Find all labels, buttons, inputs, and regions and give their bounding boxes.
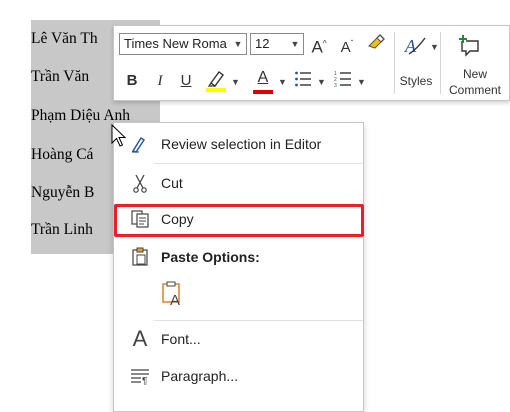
underline-button[interactable]: U	[177, 70, 195, 92]
chevron-down-icon[interactable]: ▼	[231, 71, 240, 93]
paste-keep-text-only-button[interactable]: A	[161, 281, 187, 309]
clear-formatting-button[interactable]	[364, 32, 388, 59]
toolbar-separator	[440, 32, 441, 94]
new-comment-label-line2[interactable]: Comment	[442, 83, 508, 97]
shrink-font-glyph: A	[340, 39, 351, 56]
menu-separator	[154, 163, 363, 164]
paste-text-only-icon: A	[162, 281, 180, 309]
document-line[interactable]: Lê Văn Th	[31, 29, 98, 49]
grow-font-button[interactable]: A^	[308, 33, 330, 59]
svg-text:¶: ¶	[142, 376, 147, 385]
font-color-button[interactable]: A	[252, 67, 274, 94]
bold-button[interactable]: B	[123, 70, 141, 92]
menu-item-label: Paragraph...	[161, 368, 239, 384]
mouse-cursor-icon	[111, 124, 127, 147]
clipboard-icon	[128, 245, 152, 269]
menu-item-label: Paste Options:	[161, 249, 260, 265]
document-line[interactable]: Nguyễn B	[31, 183, 94, 203]
paragraph-icon: ¶	[128, 364, 152, 388]
bullets-icon	[295, 71, 311, 87]
highlighter-icon	[206, 71, 226, 92]
font-size-combo[interactable]: 12 ▼	[250, 33, 304, 55]
menu-item-label: Cut	[161, 175, 183, 191]
scissors-icon	[128, 171, 152, 195]
menu-item-cut[interactable]: Cut	[114, 167, 363, 199]
styles-icon: A	[404, 36, 426, 56]
font-color-glyph: A	[257, 69, 269, 86]
editor-pen-icon	[128, 132, 152, 156]
new-comment-icon	[459, 35, 479, 57]
new-comment-label-line1[interactable]: New	[442, 67, 508, 81]
styles-label[interactable]: Styles	[396, 74, 436, 88]
eraser-brush-icon	[368, 34, 385, 49]
document-line[interactable]: Trần Văn	[31, 67, 89, 87]
mini-toolbar: Times New Roma ▼ 12 ▼ A^ Aˇ A ▼ Styles N…	[113, 25, 510, 101]
new-comment-icon-button[interactable]	[457, 34, 483, 65]
numbering-button[interactable]: 1 2 3	[333, 70, 353, 95]
font-name-value: Times New Roma	[124, 36, 227, 51]
chevron-down-icon[interactable]: ▼	[317, 71, 326, 93]
font-size-value: 12	[255, 36, 270, 51]
menu-item-review-in-editor[interactable]: Review selection in Editor	[114, 128, 363, 160]
menu-item-paste-options-header: Paste Options:	[114, 241, 363, 273]
menu-item-label: Font...	[161, 331, 201, 347]
font-icon: A	[132, 326, 148, 351]
toolbar-separator	[394, 32, 395, 94]
font-name-combo[interactable]: Times New Roma ▼	[119, 33, 247, 55]
copy-highlight-box	[114, 204, 364, 237]
chevron-down-icon[interactable]: ▼	[430, 36, 439, 58]
chevron-down-icon[interactable]: ▼	[357, 71, 366, 93]
grow-font-glyph: A	[311, 37, 323, 57]
bullets-button[interactable]	[293, 70, 313, 95]
chevron-down-icon: ▼	[233, 39, 243, 49]
chevron-down-icon[interactable]: ▼	[278, 71, 287, 93]
font-color-swatch	[253, 90, 273, 94]
shrink-font-button[interactable]: Aˇ	[336, 33, 358, 59]
document-line[interactable]: Hoàng Cá	[31, 145, 93, 165]
menu-item-label: Review selection in Editor	[161, 136, 322, 152]
svg-text:3: 3	[334, 83, 337, 88]
menu-separator	[154, 320, 363, 321]
document-line[interactable]: Trần Linh	[31, 220, 93, 240]
svg-text:A: A	[170, 292, 180, 307]
numbering-icon: 1 2 3	[334, 71, 351, 89]
styles-gallery-icon-button[interactable]: A	[402, 34, 428, 65]
menu-item-paragraph[interactable]: ¶ Paragraph...	[114, 360, 363, 392]
highlight-color-button[interactable]	[204, 68, 228, 99]
menu-item-font[interactable]: A Font...	[114, 323, 363, 355]
italic-button[interactable]: I	[151, 70, 169, 92]
chevron-down-icon: ▼	[290, 39, 300, 49]
context-menu: Review selection in Editor Cut Copy Past…	[113, 122, 364, 412]
